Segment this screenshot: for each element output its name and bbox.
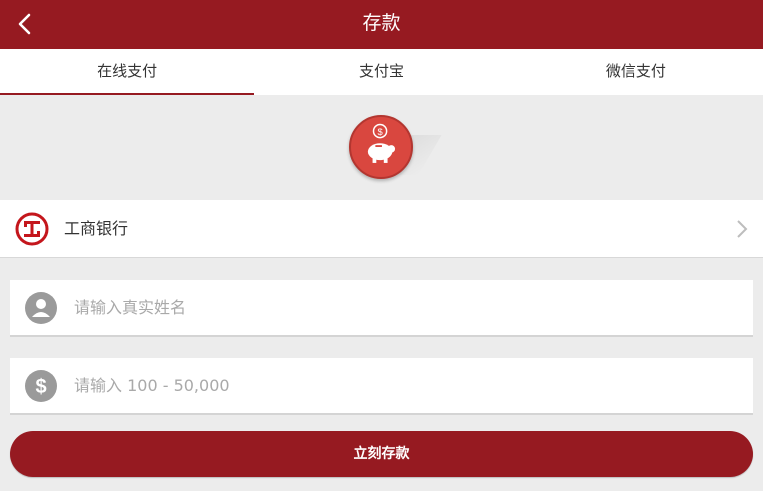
payment-tabs: 在线支付 支付宝 微信支付: [0, 49, 763, 95]
real-name-input[interactable]: [74, 280, 734, 335]
app-header: 存款: [0, 0, 763, 49]
chevron-right-icon: [737, 220, 748, 238]
user-icon: [25, 292, 57, 324]
hero-banner: $: [0, 95, 763, 199]
dollar-icon: $: [25, 370, 57, 402]
tab-online-payment[interactable]: 在线支付: [0, 49, 255, 95]
icbc-logo-icon: [15, 212, 49, 246]
piggy-bank-icon: $: [349, 115, 413, 179]
amount-input[interactable]: [74, 358, 734, 413]
amount-field: $: [10, 358, 753, 415]
bank-selector[interactable]: 工商银行: [0, 200, 763, 258]
tab-wechat-pay[interactable]: 微信支付: [509, 49, 763, 95]
svg-text:$: $: [377, 127, 383, 137]
name-field: [10, 280, 753, 337]
svg-text:$: $: [35, 376, 46, 398]
deposit-submit-button[interactable]: 立刻存款: [10, 431, 753, 477]
tab-alipay[interactable]: 支付宝: [254, 49, 508, 95]
bank-name: 工商银行: [64, 219, 129, 238]
page-title: 存款: [362, 12, 401, 34]
